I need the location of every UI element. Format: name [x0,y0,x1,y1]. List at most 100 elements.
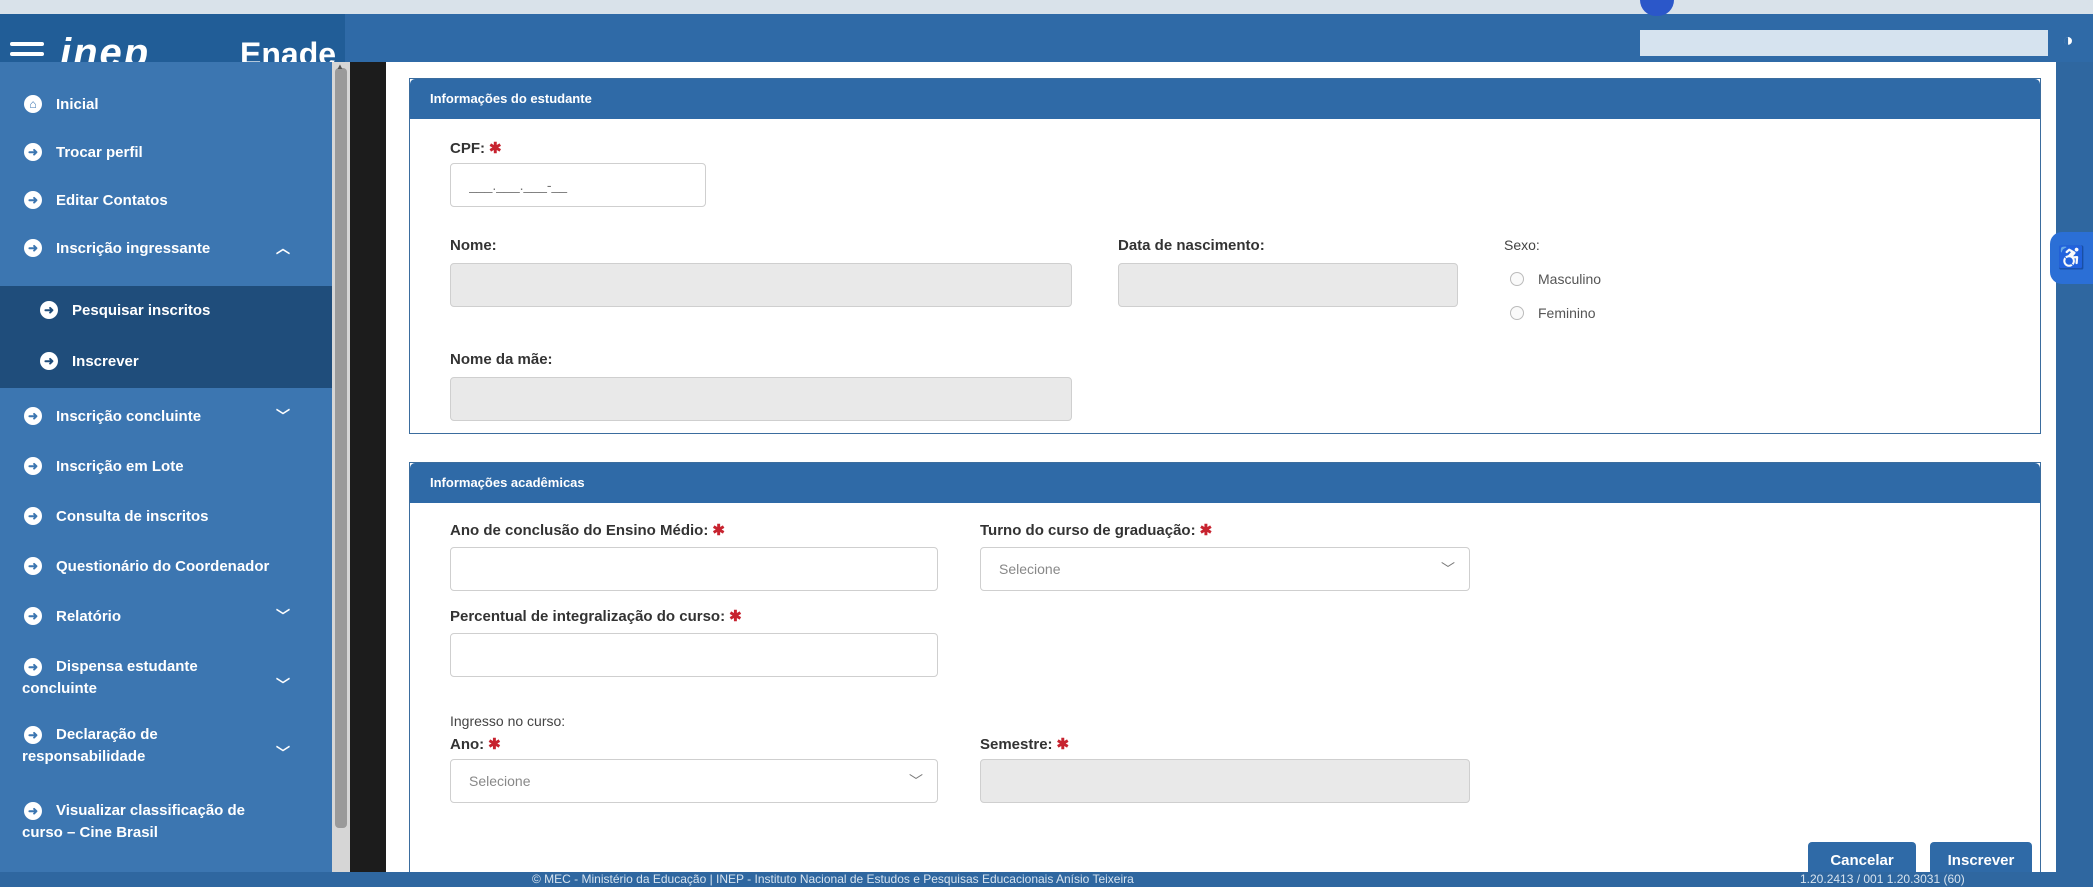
sidebar-item-label: Visualizar classificação de [56,802,246,819]
circle-arrow-icon: ➜ [24,557,42,575]
circle-arrow-icon: ➜ [24,507,42,525]
sidebar-item-label: Relatório [56,607,122,625]
percentual-label: Percentual de integralização do curso: ✱ [450,608,742,625]
ano-select[interactable]: Selecione ﹀ [450,759,938,803]
chevron-down-icon: ﹀ [276,745,290,761]
radio-feminino[interactable]: Feminino [1510,305,1596,321]
sidebar-item-dispensa-estudante-concluinte[interactable]: ➜ Dispensa estudante concluinte ﹀ [0,650,332,706]
ano-label: Ano: ✱ [450,736,501,753]
sidebar-item-inicial[interactable]: ⌂ Inicial [0,84,332,124]
sidebar-item-declaracao-de-responsabilidade[interactable]: ➜ Declaração de responsabilidade ﹀ [0,718,332,774]
scroll-up-arrow-icon[interactable]: ▲ [336,62,346,71]
sidebar-item-consulta-de-inscritos[interactable]: ➜ Consulta de inscritos [0,496,332,536]
ano-conclusao-input[interactable] [450,547,938,591]
sidebar: ⌂ Inicial ➜ Trocar perfil ➜ Editar Conta… [0,62,332,887]
chevron-down-icon: ﹀ [276,608,290,624]
sidebar-item-label: Inscrição em Lote [56,457,184,475]
circle-arrow-icon: ➜ [40,352,58,370]
sidebar-item-label: Editar Contatos [56,191,168,209]
percentual-input[interactable] [450,633,938,677]
ingresso-label: Ingresso no curso: [450,713,566,729]
required-asterisk-icon: ✱ [488,736,501,753]
nome-mae-input[interactable] [450,377,1072,421]
turno-select[interactable]: Selecione ﹀ [980,547,1470,591]
semestre-label: Semestre: ✱ [980,736,1070,753]
radio-circle-icon [1510,306,1524,320]
sexo-label: Sexo: [1504,237,1540,253]
accessibility-icon[interactable]: ♿ [2050,232,2093,284]
chevron-up-icon: ︿ [276,240,290,256]
sidebar-item-label: Inicial [56,95,99,113]
home-icon: ⌂ [24,95,42,113]
required-asterisk-icon: ✱ [1199,522,1213,539]
sidebar-item-label: Inscrever [72,352,139,370]
contrast-icon[interactable]: ◑ [2058,30,2078,50]
sidebar-item-questionario-do-coordenador[interactable]: ➜ Questionário do Coordenador [0,546,332,586]
top-search-input[interactable] [1640,30,2048,56]
sidebar-item-relatorio[interactable]: ➜ Relatório ﹀ [0,596,332,636]
brand-area: inep Enade [0,14,345,75]
sidebar-scrollbar-thumb[interactable] [335,68,347,828]
academic-info-panel: Informações acadêmicas Ano de conclusão … [409,462,2041,882]
required-asterisk-icon: ✱ [712,522,725,539]
turno-label: Turno do curso de graduação: ✱ [980,522,1213,539]
sidebar-item-label: Dispensa estudante [56,658,198,675]
footer-text: © MEC - Ministério da Educação | INEP - … [532,872,1134,886]
sidebar-item-label-line2: concluinte [22,680,98,697]
footer-version: 1.20.2413 / 001 1.20.3031 (60) [1800,872,1965,886]
nome-mae-label: Nome da mãe: [450,351,553,368]
sidebar-item-trocar-perfil[interactable]: ➜ Trocar perfil [0,132,332,172]
sidebar-item-label: Inscrição ingressante [56,239,211,257]
radio-circle-icon [1510,272,1524,286]
sidebar-item-inscricao-em-lote[interactable]: ➜ Inscrição em Lote [0,446,332,486]
content-divider [350,62,386,887]
panel-title: Informações do estudante [410,79,2040,119]
sidebar-item-label-line2: curso – Cine Brasil [22,824,158,841]
chevron-down-icon: ﹀ [1441,561,1455,577]
circle-arrow-icon: ➜ [40,301,58,319]
footer: © MEC - Ministério da Educação | INEP - … [0,872,2093,887]
required-asterisk-icon: ✱ [489,140,502,157]
sidebar-item-pesquisar-inscritos[interactable]: ➜ Pesquisar inscritos [0,286,332,334]
sidebar-item-inscricao-concluinte[interactable]: ➜ Inscrição concluinte ﹀ [0,396,332,436]
circle-arrow-icon: ➜ [24,658,42,676]
browser-strip [0,0,2093,14]
top-bar: inep Enade ◑ [0,0,2093,75]
circle-arrow-icon: ➜ [24,726,42,744]
circle-arrow-icon: ➜ [24,191,42,209]
sidebar-item-label: Consulta de inscritos [56,507,209,525]
data-nascimento-input[interactable] [1118,263,1458,307]
chevron-down-icon: ﹀ [276,408,290,424]
circle-arrow-icon: ➜ [24,607,42,625]
chevron-down-icon: ﹀ [909,773,923,789]
sidebar-item-label: Trocar perfil [56,143,143,161]
circle-arrow-icon: ➜ [24,407,42,425]
sidebar-item-label: Questionário do Coordenador [56,557,270,575]
cpf-input[interactable] [450,163,706,207]
circle-arrow-icon: ➜ [24,143,42,161]
sidebar-item-label: Declaração de [56,726,158,743]
sidebar-item-label: Pesquisar inscritos [72,301,211,319]
radio-masculino[interactable]: Masculino [1510,271,1601,287]
ano-conclusao-label: Ano de conclusão do Ensino Médio: ✱ [450,522,725,539]
nome-label: Nome: [450,237,497,254]
main-content: Informações do estudante CPF:✱ Nome: Dat… [386,62,2056,887]
sidebar-item-label: Inscrição concluinte [56,407,202,425]
nome-input[interactable] [450,263,1072,307]
required-asterisk-icon: ✱ [729,608,742,625]
sidebar-item-inscricao-ingressante[interactable]: ➜ Inscrição ingressante ︿ [0,228,332,268]
sidebar-item-editar-contatos[interactable]: ➜ Editar Contatos [0,180,332,220]
sidebar-item-visualizar-classificacao[interactable]: ➜ Visualizar classificação de curso – Cin… [0,794,332,850]
circle-arrow-icon: ➜ [24,457,42,475]
required-asterisk-icon: ✱ [1056,736,1070,753]
student-info-panel: Informações do estudante CPF:✱ Nome: Dat… [409,78,2041,434]
sidebar-item-inscrever[interactable]: ➜ Inscrever [0,334,332,388]
circle-arrow-icon: ➜ [24,239,42,257]
sidebar-item-label-line2: responsabilidade [22,748,146,765]
semestre-input[interactable] [980,759,1470,803]
data-nascimento-label: Data de nascimento: [1118,237,1265,254]
panel-title: Informações acadêmicas [410,463,2040,503]
circle-arrow-icon: ➜ [24,802,42,820]
chevron-down-icon: ﹀ [276,677,290,693]
cpf-label: CPF: ✱ [450,140,502,157]
